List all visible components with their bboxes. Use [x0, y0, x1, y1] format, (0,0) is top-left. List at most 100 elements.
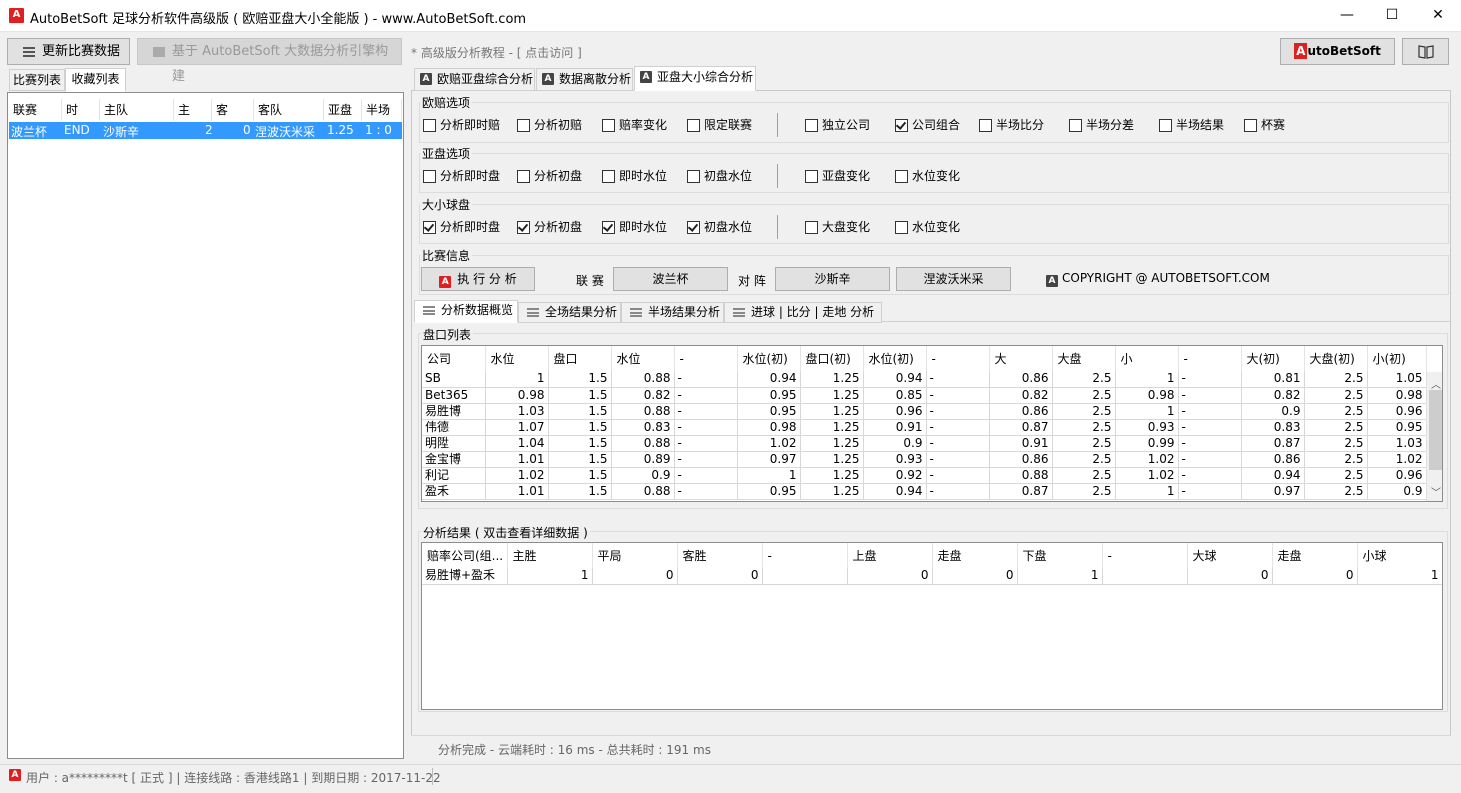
tab-favorites[interactable]: 收藏列表: [65, 68, 126, 92]
euro-cup-checkbox[interactable]: 杯赛: [1244, 117, 1285, 133]
asian-initial-line-checkbox[interactable]: 分析初盘: [517, 168, 582, 184]
brand-button[interactable]: AutoBetSoft: [1280, 38, 1395, 65]
odds-col-header[interactable]: 盘口(初): [800, 346, 864, 371]
brand-text: utoBetSoft: [1307, 44, 1381, 58]
asian-line-change-checkbox[interactable]: 亚盘变化: [805, 168, 870, 184]
odds-col-header[interactable]: 小: [1115, 346, 1179, 371]
ou-initial-line-checkbox[interactable]: 分析初盘: [517, 219, 582, 235]
table-cell: 0.96: [863, 403, 927, 420]
help-book-button[interactable]: [1402, 38, 1449, 65]
col-home-score[interactable]: 主: [174, 99, 212, 121]
tutorial-link[interactable]: * 高级版分析教程 - [ 点击访问 ]: [411, 44, 582, 61]
euro-half-diff-checkbox[interactable]: 半场分差: [1069, 117, 1134, 133]
table-row[interactable]: 伟德 1.07 1.5 0.83-0.98 1.25 0.91-0.87 2.5 0.93-0…: [422, 419, 1427, 436]
euro-company-combo-checkbox[interactable]: 公司组合: [895, 117, 960, 133]
odds-col-header[interactable]: 水位(初): [737, 346, 801, 371]
list-icon: [423, 306, 435, 315]
maximize-button[interactable]: ☐: [1369, 0, 1415, 31]
odds-col-header[interactable]: 大(初): [1241, 346, 1305, 371]
close-button[interactable]: ✕: [1415, 0, 1461, 31]
odds-col-header[interactable]: -: [1178, 346, 1242, 371]
euro-initial-odds-checkbox[interactable]: 分析初赔: [517, 117, 582, 133]
col-away[interactable]: 客队: [254, 99, 324, 121]
asian-initial-water-checkbox[interactable]: 初盘水位: [687, 168, 752, 184]
results-col-header[interactable]: 赔率公司(组...: [422, 543, 508, 568]
asian-live-line-checkbox[interactable]: 分析即时盘: [423, 168, 500, 184]
euro-half-score-checkbox[interactable]: 半场比分: [979, 117, 1044, 133]
results-col-header[interactable]: 走盘: [1272, 543, 1358, 568]
odds-col-header[interactable]: 水位(初): [863, 346, 927, 371]
table-row[interactable]: Bet365 0.98 1.5 0.82-0.95 1.25 0.85-0.82 2.5 0.…: [422, 387, 1427, 404]
table-cell: [1102, 568, 1188, 585]
table-row[interactable]: 盈禾 1.01 1.5 0.88-0.95 1.25 0.94-0.87 2.5 1-0.97…: [422, 483, 1427, 500]
scroll-down-icon[interactable]: ﹀: [1431, 484, 1441, 499]
tab-match-list[interactable]: 比赛列表: [9, 69, 65, 91]
odds-scrollbar[interactable]: ︿ ﹀: [1426, 372, 1442, 501]
euro-single-company-checkbox[interactable]: 独立公司: [805, 117, 870, 133]
minimize-button[interactable]: —: [1324, 0, 1370, 31]
results-col-header[interactable]: -: [1102, 543, 1188, 568]
engine-button[interactable]: 基于 AutoBetSoft 大数据分析引擎构建: [137, 38, 402, 84]
col-away-score[interactable]: 客: [212, 99, 254, 121]
ou-line-change-checkbox[interactable]: 大盘变化: [805, 219, 870, 235]
odds-col-header[interactable]: 盘口: [548, 346, 612, 371]
odds-col-header[interactable]: 公司: [422, 346, 486, 371]
table-row[interactable]: 波兰杯 END 沙斯辛 2 0 涅波沃米采 1.25 1 : 0: [9, 122, 402, 139]
subtab-data-overview[interactable]: 分析数据概览: [414, 300, 518, 323]
ou-live-water-checkbox[interactable]: 即时水位: [602, 219, 667, 235]
results-col-header[interactable]: 大球: [1187, 543, 1273, 568]
tab-asian-ou-analysis[interactable]: A 亚盘大小综合分析: [634, 66, 756, 91]
odds-col-header[interactable]: 大盘: [1052, 346, 1116, 371]
odds-col-header[interactable]: 水位: [611, 346, 675, 371]
table-row[interactable]: 金宝博 1.01 1.5 0.89-0.97 1.25 0.93-0.86 2.5 1.02-…: [422, 451, 1427, 468]
results-col-header[interactable]: 小球: [1357, 543, 1442, 568]
tab-euro-asian-analysis[interactable]: A 欧赔亚盘综合分析: [414, 68, 535, 91]
tab-dispersion-analysis[interactable]: A 数据离散分析: [536, 68, 633, 91]
col-time[interactable]: 时: [62, 99, 100, 121]
scroll-thumb[interactable]: [1429, 390, 1442, 470]
odds-col-header[interactable]: 大: [989, 346, 1053, 371]
results-col-header[interactable]: -: [762, 543, 848, 568]
run-analysis-button[interactable]: A执 行 分 析: [421, 267, 535, 291]
row-home-score: 2: [205, 123, 213, 137]
odds-col-header[interactable]: 水位: [485, 346, 549, 371]
table-cell: -: [1178, 387, 1242, 404]
ou-initial-water-checkbox[interactable]: 初盘水位: [687, 219, 752, 235]
euro-limit-league-checkbox[interactable]: 限定联赛: [687, 117, 752, 133]
update-data-button[interactable]: 更新比赛数据: [7, 38, 130, 65]
euro-odds-change-checkbox[interactable]: 赔率变化: [602, 117, 667, 133]
odds-col-header[interactable]: -: [926, 346, 990, 371]
results-col-header[interactable]: 走盘: [932, 543, 1018, 568]
results-col-header[interactable]: 主胜: [507, 543, 593, 568]
table-row[interactable]: 易胜博 1.03 1.5 0.88-0.95 1.25 0.96-0.86 2.5 1-0.9…: [422, 403, 1427, 420]
col-half[interactable]: 半场: [362, 99, 402, 121]
asian-live-water-checkbox[interactable]: 即时水位: [602, 168, 667, 184]
table-cell: 1.01: [485, 451, 549, 468]
euro-half-result-checkbox[interactable]: 半场结果: [1159, 117, 1224, 133]
subtab-goals-score-live[interactable]: 进球 | 比分 | 走地 分析: [724, 302, 882, 323]
asian-water-change-checkbox[interactable]: 水位变化: [895, 168, 960, 184]
scroll-up-icon[interactable]: ︿: [1431, 376, 1441, 391]
odds-col-header[interactable]: -: [674, 346, 738, 371]
col-handicap[interactable]: 亚盘: [324, 99, 362, 121]
col-home[interactable]: 主队: [100, 99, 174, 121]
ou-live-line-checkbox[interactable]: 分析即时盘: [423, 219, 500, 235]
ou-water-change-checkbox[interactable]: 水位变化: [895, 219, 960, 235]
results-col-header[interactable]: 下盘: [1017, 543, 1103, 568]
euro-live-odds-checkbox[interactable]: 分析即时赔: [423, 117, 500, 133]
table-cell: 0: [592, 568, 678, 585]
table-row[interactable]: SB 1 1.5 0.88-0.94 1.25 0.94-0.86 2.5 1-0.81 2.5…: [422, 371, 1427, 388]
odds-col-header[interactable]: 小(初): [1367, 346, 1427, 371]
results-col-header[interactable]: 上盘: [847, 543, 933, 568]
table-row[interactable]: 明陞 1.04 1.5 0.88-1.02 1.25 0.9-0.91 2.5 0.99-0.…: [422, 435, 1427, 452]
subtab-full-result[interactable]: 全场结果分析: [518, 302, 621, 323]
results-col-header[interactable]: 平局: [592, 543, 678, 568]
col-league[interactable]: 联赛: [9, 99, 62, 121]
results-col-header[interactable]: 客胜: [677, 543, 763, 568]
table-row[interactable]: 易胜博+盈禾 1 0 0 0 0 1 0 0 1: [422, 568, 1442, 585]
table-cell: 2.5: [1304, 435, 1368, 452]
table-cell: 1.25: [800, 451, 864, 468]
odds-col-header[interactable]: 大盘(初): [1304, 346, 1368, 371]
subtab-half-result[interactable]: 半场结果分析: [621, 302, 724, 323]
table-row[interactable]: 利记 1.02 1.5 0.9-1 1.25 0.92-0.88 2.5 1.02-0.94 2…: [422, 467, 1427, 484]
